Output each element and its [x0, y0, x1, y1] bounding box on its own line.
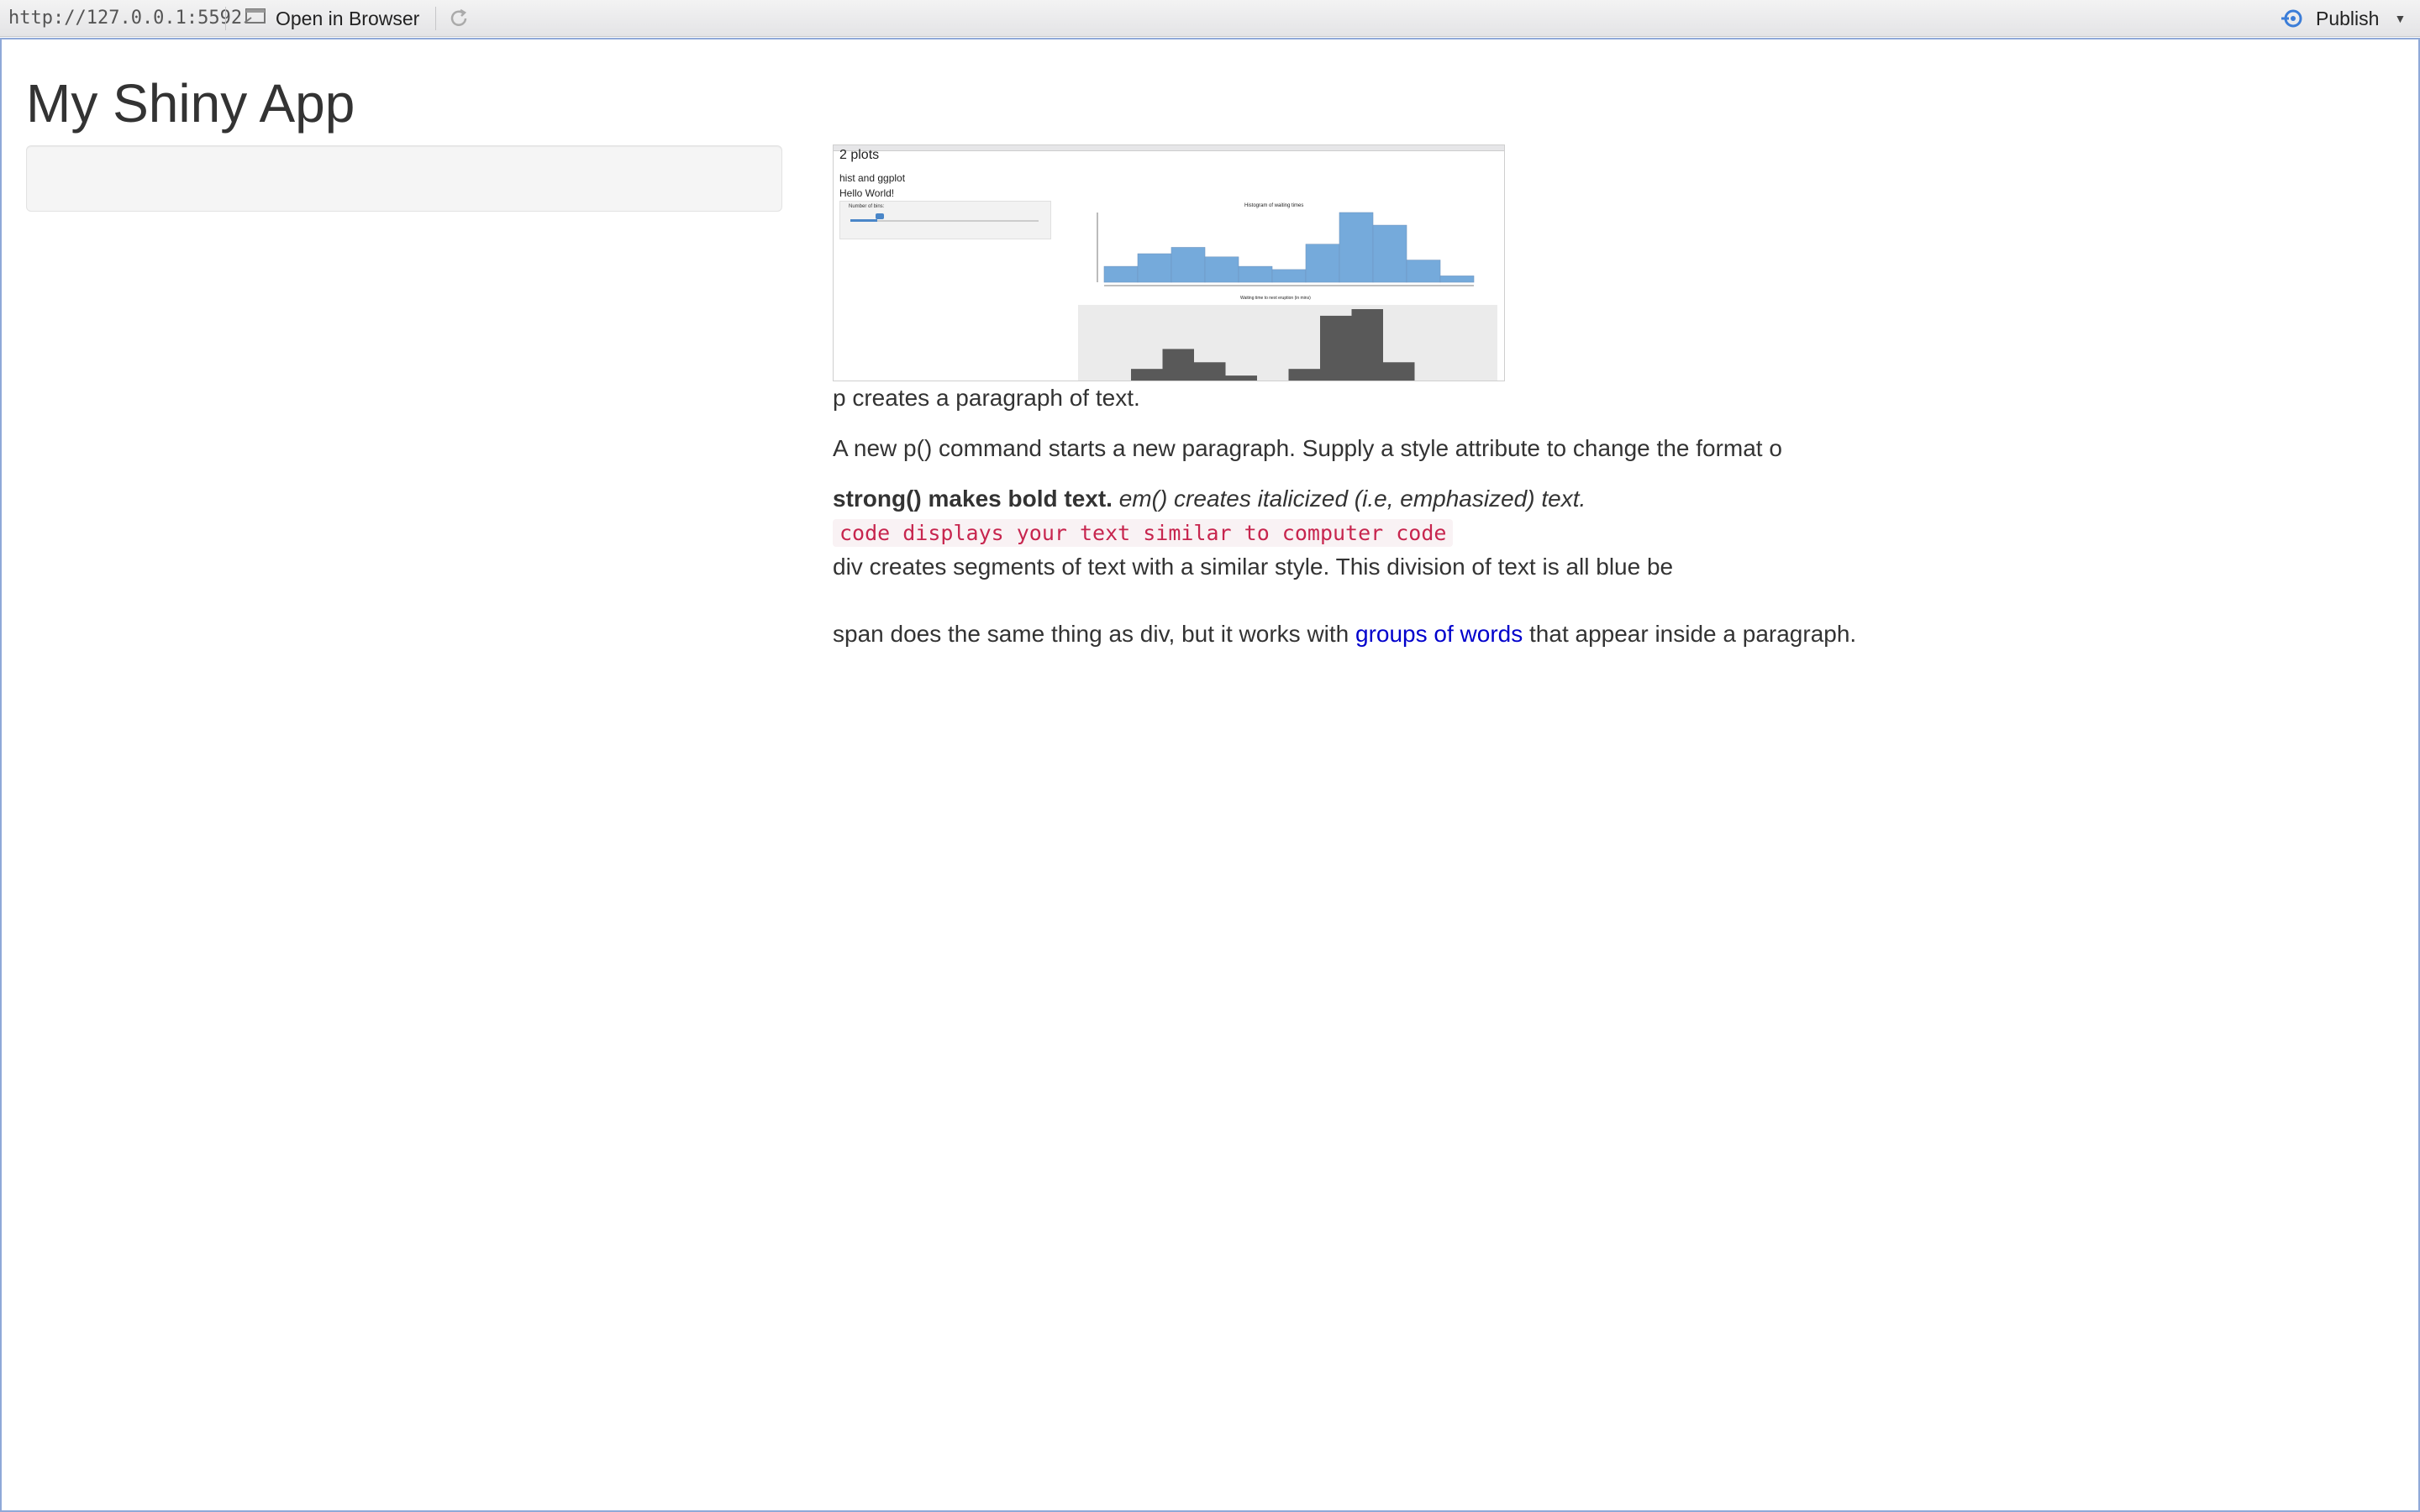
publish-button[interactable]: Publish ▼ [2279, 5, 2406, 32]
image-ggplot-bar [1131, 369, 1163, 381]
image-hist-bar [1271, 269, 1307, 283]
paragraph-2: A new p() command starts a new paragraph… [833, 435, 1782, 461]
span-after-text: that appear inside a paragraph. [1523, 621, 1857, 647]
image-hist-bar [1137, 253, 1172, 283]
image-ggplot-bar [1351, 309, 1383, 381]
div-text: div creates segments of text with a simi… [833, 554, 1674, 580]
image-hist-bar [1439, 276, 1475, 283]
open-in-browser-icon [244, 6, 267, 31]
viewer-toolbar: http://127.0.0.1:5592 Open in Browser Pu… [0, 0, 2420, 37]
span-blue-text: groups of words [1355, 621, 1523, 647]
open-in-browser-button[interactable]: Open in Browser [239, 5, 424, 32]
open-in-browser-label: Open in Browser [276, 7, 420, 29]
main-panel: 2 plots hist and ggplot Hello World! Num… [833, 144, 2396, 651]
image-ggplot-bar [1194, 362, 1226, 381]
image-ggplot-bar [1225, 375, 1257, 381]
strong-text: strong() makes bold text. [833, 486, 1113, 512]
sidebar-panel [26, 145, 782, 212]
image-ggplot-bar [1162, 349, 1194, 381]
image-hist-bar [1372, 224, 1407, 283]
paragraph-span: span does the same thing as div, but it … [833, 617, 2396, 651]
image-ggplot-bar [1383, 362, 1415, 381]
page-title: My Shiny App [26, 73, 355, 134]
toolbar-divider [225, 7, 226, 30]
refresh-icon [450, 8, 467, 26]
chevron-down-icon: ▼ [2394, 12, 2407, 25]
code-line: code displays your text similar to compu… [833, 516, 2396, 550]
app-frame: My Shiny App 2 plots hist and ggplot Hel… [0, 38, 2420, 1512]
paragraph-3: strong() makes bold text. em() creates i… [833, 482, 2396, 516]
em-text: em() creates italicized (i.e, emphasized… [1118, 486, 1586, 512]
image-hist-bar [1305, 244, 1340, 283]
image-plots [1097, 212, 1475, 381]
embedded-screenshot-image: 2 plots hist and ggplot Hello World! Num… [833, 144, 1505, 381]
image-hist-bar [1339, 212, 1374, 283]
image-hist-bar [1204, 256, 1239, 283]
image-ggplot-bar [1320, 315, 1352, 381]
url-display: http://127.0.0.1:5592 [8, 8, 243, 29]
span-before-text: span does the same thing as div, but it … [833, 621, 1356, 647]
image-hist-bar [1103, 265, 1139, 283]
code-text: code displays your text similar to compu… [833, 519, 1454, 547]
paragraph-1: p creates a paragraph of text. [833, 385, 1140, 411]
image-hist-bar [1406, 260, 1441, 283]
image-hist-bar [1238, 265, 1273, 283]
publish-label: Publish [2316, 7, 2380, 29]
toolbar-divider [435, 7, 436, 30]
publish-icon [2281, 9, 2302, 28]
image-hist-bar [1171, 247, 1206, 283]
image-ggplot-bar [1288, 369, 1320, 381]
refresh-button[interactable] [447, 7, 471, 30]
